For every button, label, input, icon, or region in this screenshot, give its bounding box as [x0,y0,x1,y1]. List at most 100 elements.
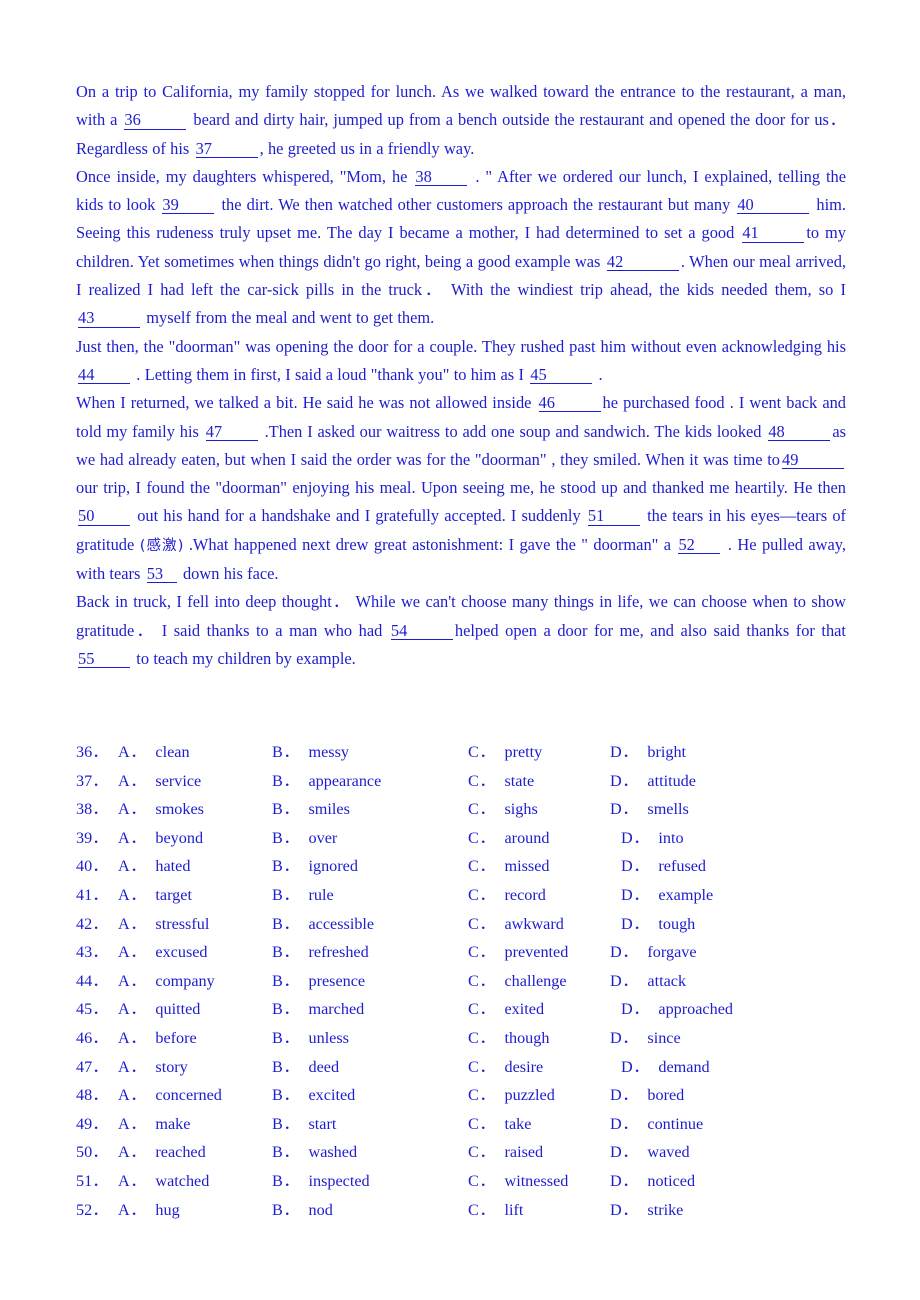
option-choice-d[interactable]: D． example [621,881,713,905]
answer-blank-42[interactable]: 42 [606,253,679,271]
option-choice-d[interactable]: D． since [610,1024,681,1048]
option-choice-b[interactable]: B． over [272,824,337,848]
option-choice-c[interactable]: C． desire [468,1053,543,1077]
option-text: waved [647,1143,690,1162]
option-letter: C [468,1114,480,1133]
option-choice-d[interactable]: D． refused [621,852,706,876]
option-choice-b[interactable]: B． washed [272,1138,357,1162]
answer-blank-50[interactable]: 50 [78,507,130,526]
option-choice-c[interactable]: C． prevented [468,938,568,962]
option-choice-c[interactable]: C． pretty [468,738,542,762]
answer-blank-49[interactable]: 49 [782,451,844,470]
answer-blank-52[interactable]: 52 [678,536,721,554]
option-choice-a[interactable]: A． clean [118,738,190,762]
answer-blank-47[interactable]: 47 [205,422,258,441]
option-choice-c[interactable]: C． record [468,881,546,905]
option-choice-d[interactable]: D． attack [610,967,686,991]
option-choice-c[interactable]: C． awkward [468,910,564,934]
option-choice-c[interactable]: C． missed [468,852,549,876]
option-text: hated [155,857,191,876]
option-choice-d[interactable]: D． tough [621,910,695,934]
option-choice-b[interactable]: B． unless [272,1024,349,1048]
answer-blank-40[interactable]: 40 [737,196,810,215]
answer-blank-39[interactable]: 39 [162,196,215,215]
option-row: 50． A． reached B． washed C． raised D． waved [76,1138,866,1167]
answer-blank-41[interactable]: 41 [742,224,805,243]
option-choice-b[interactable]: B． smiles [272,795,350,819]
option-letter-period: ． [283,743,300,761]
option-choice-d[interactable]: D． continue [610,1110,703,1134]
option-letter: A [118,857,131,876]
option-choice-d[interactable]: D． into [621,824,684,848]
option-choice-a[interactable]: A． story [118,1053,188,1077]
option-choice-b[interactable]: B． messy [272,738,349,762]
option-choice-c[interactable]: C． sighs [468,795,538,819]
option-letter-period: ． [479,800,496,819]
answer-blank-53[interactable]: 53 [146,565,177,584]
option-choice-b[interactable]: B． deed [272,1053,339,1077]
option-choice-d[interactable]: D． approached [621,995,733,1019]
option-letter: C [468,1086,480,1105]
answer-blank-36[interactable]: 36 [124,111,187,130]
option-choice-a[interactable]: A． target [118,881,192,905]
option-text: washed [308,1143,358,1162]
option-letter: B [272,771,284,790]
answer-blank-54[interactable]: 54 [390,621,453,640]
answer-blank-43[interactable]: 43 [78,309,140,328]
option-choice-a[interactable]: A． hated [118,852,190,876]
answer-blank-45[interactable]: 45 [530,366,593,385]
option-choice-b[interactable]: B． start [272,1110,336,1134]
option-choice-b[interactable]: B． ignored [272,852,358,876]
option-choice-d[interactable]: D． strike [610,1196,683,1220]
answer-blank-44[interactable]: 44 [78,366,130,385]
option-choice-b[interactable]: B． refreshed [272,938,369,962]
option-choice-d[interactable]: D． smells [610,795,689,819]
option-choice-a[interactable]: A． make [118,1110,190,1134]
option-choice-d[interactable]: D． demand [621,1053,710,1077]
answer-blank-55[interactable]: 55 [78,650,130,669]
option-choice-a[interactable]: A． concerned [118,1081,222,1105]
answer-blank-37[interactable]: 37 [195,139,258,158]
option-choice-d[interactable]: D． attitude [610,767,696,791]
option-choice-b[interactable]: B． rule [272,881,334,905]
option-choice-c[interactable]: C． lift [468,1196,523,1220]
answer-blank-38[interactable]: 38 [415,168,468,187]
option-choice-b[interactable]: B． inspected [272,1167,370,1191]
option-choice-b[interactable]: B． marched [272,995,364,1019]
option-choice-c[interactable]: C． witnessed [468,1167,568,1191]
option-choice-c[interactable]: C． around [468,824,549,848]
option-choice-b[interactable]: B． excited [272,1081,355,1105]
option-choice-a[interactable]: A． smokes [118,795,204,819]
option-text: marched [308,1000,365,1019]
option-choice-d[interactable]: D． noticed [610,1167,695,1191]
option-choice-c[interactable]: C． raised [468,1138,543,1162]
option-choice-b[interactable]: B． nod [272,1196,333,1220]
option-choice-c[interactable]: C． challenge [468,967,567,991]
option-choice-c[interactable]: C． state [468,767,534,791]
option-choice-a[interactable]: A． hug [118,1196,180,1220]
option-choice-c[interactable]: C． puzzled [468,1081,555,1105]
passage-text: to teach my children by example. [132,648,356,668]
option-choice-a[interactable]: A． before [118,1024,197,1048]
option-choice-a[interactable]: A． reached [118,1138,206,1162]
option-choice-a[interactable]: A． company [118,967,215,991]
option-choice-b[interactable]: B． appearance [272,767,381,791]
option-choice-c[interactable]: C． exited [468,995,544,1019]
option-choice-d[interactable]: D． waved [610,1138,690,1162]
option-choice-d[interactable]: D． forgave [610,938,697,962]
option-choice-a[interactable]: A． quitted [118,995,200,1019]
option-choice-b[interactable]: B． accessible [272,910,374,934]
option-choice-a[interactable]: A． service [118,767,201,791]
option-choice-c[interactable]: C． though [468,1024,549,1048]
option-choice-d[interactable]: D． bright [610,738,686,762]
option-choice-a[interactable]: A． excused [118,938,208,962]
option-choice-a[interactable]: A． stressful [118,910,209,934]
answer-blank-51[interactable]: 51 [587,507,640,526]
answer-blank-46[interactable]: 46 [538,394,601,413]
option-choice-a[interactable]: A． beyond [118,824,203,848]
option-choice-d[interactable]: D． bored [610,1081,684,1105]
option-choice-a[interactable]: A． watched [118,1167,209,1191]
option-choice-b[interactable]: B． presence [272,967,365,991]
option-choice-c[interactable]: C． take [468,1110,531,1134]
answer-blank-48[interactable]: 48 [768,422,831,441]
